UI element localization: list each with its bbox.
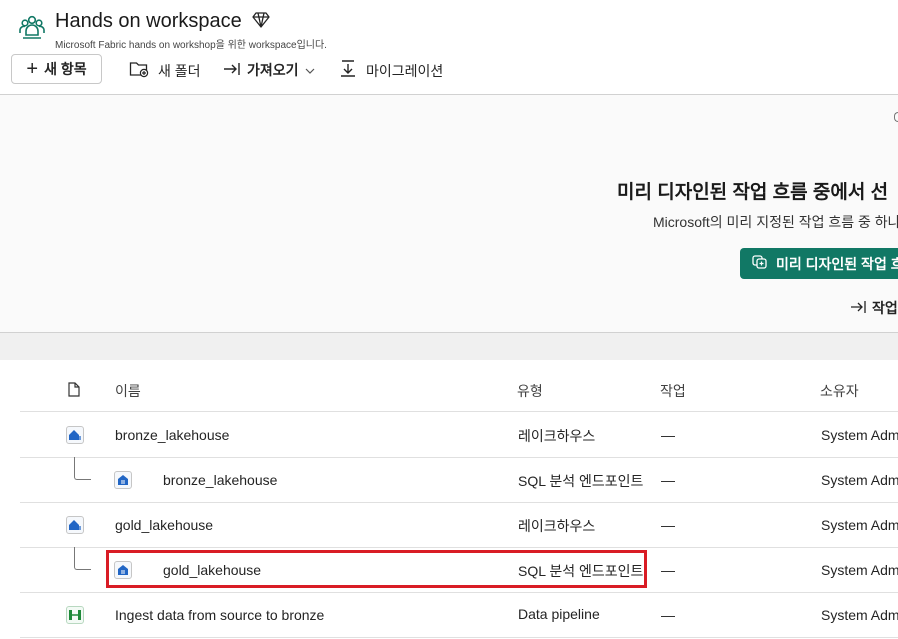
lakehouse-icon [66,426,84,444]
item-task: — [661,427,675,443]
tree-connector [74,547,91,570]
column-header-task[interactable]: 작업 [660,381,686,401]
banner-description: Microsoft의 미리 지정된 작업 흐름 중 하나 [653,214,898,230]
new-item-button[interactable]: + 새 항목 [11,54,102,84]
new-folder-icon [129,60,149,81]
premium-diamond-icon[interactable] [252,12,270,33]
item-owner: System Adm [821,517,898,533]
item-type: 레이크하우스 [518,428,596,444]
chevron-down-icon [305,62,315,78]
item-name[interactable]: Ingest data from source to bronze [115,607,324,623]
workspace-description: Microsoft Fabric hands on workshop을 위한 w… [55,40,327,51]
workflow-link[interactable]: 작업 [850,298,898,318]
item-owner: System Adm [821,607,898,623]
item-task: — [661,607,675,623]
tree-connector [74,457,91,480]
highlight-box [106,550,647,588]
predesigned-workflow-label: 미리 디자인된 작업 흐 [776,255,898,272]
item-task: — [661,562,675,578]
item-task: — [661,472,675,488]
item-type: 레이크하우스 [518,518,596,534]
workflow-icon [752,254,770,273]
section-gap [0,333,898,360]
table-row[interactable]: bronze_lakehouse 레이크하우스 — System Adm [20,412,898,458]
item-owner: System Adm [821,562,898,578]
lakehouse-icon [66,516,84,534]
item-name[interactable]: gold_lakehouse [115,517,213,533]
import-button[interactable]: 가져오기 [223,60,315,80]
migration-icon [339,60,357,81]
banner-close-icon[interactable] [894,112,898,122]
item-name[interactable]: bronze_lakehouse [163,472,277,488]
table-row[interactable]: bronze_lakehouse SQL 분석 엔드포인트 — System A… [20,457,898,503]
migration-button[interactable]: 마이그레이션 [339,60,443,81]
item-task: — [661,517,675,533]
plus-icon: + [26,58,39,80]
predesigned-workflow-button[interactable]: 미리 디자인된 작업 흐 [740,248,898,279]
column-header-name[interactable]: 이름 [115,381,141,401]
workspace-title: Hands on workspace [55,10,242,32]
workspace-icon [18,13,46,41]
import-label: 가져오기 [247,62,299,78]
sql-endpoint-icon [114,471,132,489]
item-type: SQL 분석 엔드포인트 [518,473,644,489]
new-folder-button[interactable]: 새 폴더 [129,60,201,81]
file-type-icon [68,382,80,402]
column-header-owner[interactable]: 소유자 [820,381,859,401]
item-name[interactable]: bronze_lakehouse [115,427,229,443]
new-item-label: 새 항목 [44,61,87,77]
new-folder-label: 새 폴더 [158,62,201,79]
banner-title: 미리 디자인된 작업 흐름 중에서 선 [617,182,889,203]
pipeline-icon [66,606,84,624]
workflow-link-label: 작업 [872,300,898,316]
item-owner: System Adm [821,472,898,488]
table-row[interactable]: Ingest data from source to bronze Data p… [20,592,898,638]
import-arrow-icon [223,61,241,80]
migration-label: 마이그레이션 [366,62,444,79]
item-owner: System Adm [821,427,898,443]
table-row[interactable]: gold_lakehouse 레이크하우스 — System Adm [20,502,898,548]
arrow-right-icon [850,300,868,317]
item-type: Data pipeline [518,606,600,622]
column-header-type[interactable]: 유형 [517,381,543,401]
